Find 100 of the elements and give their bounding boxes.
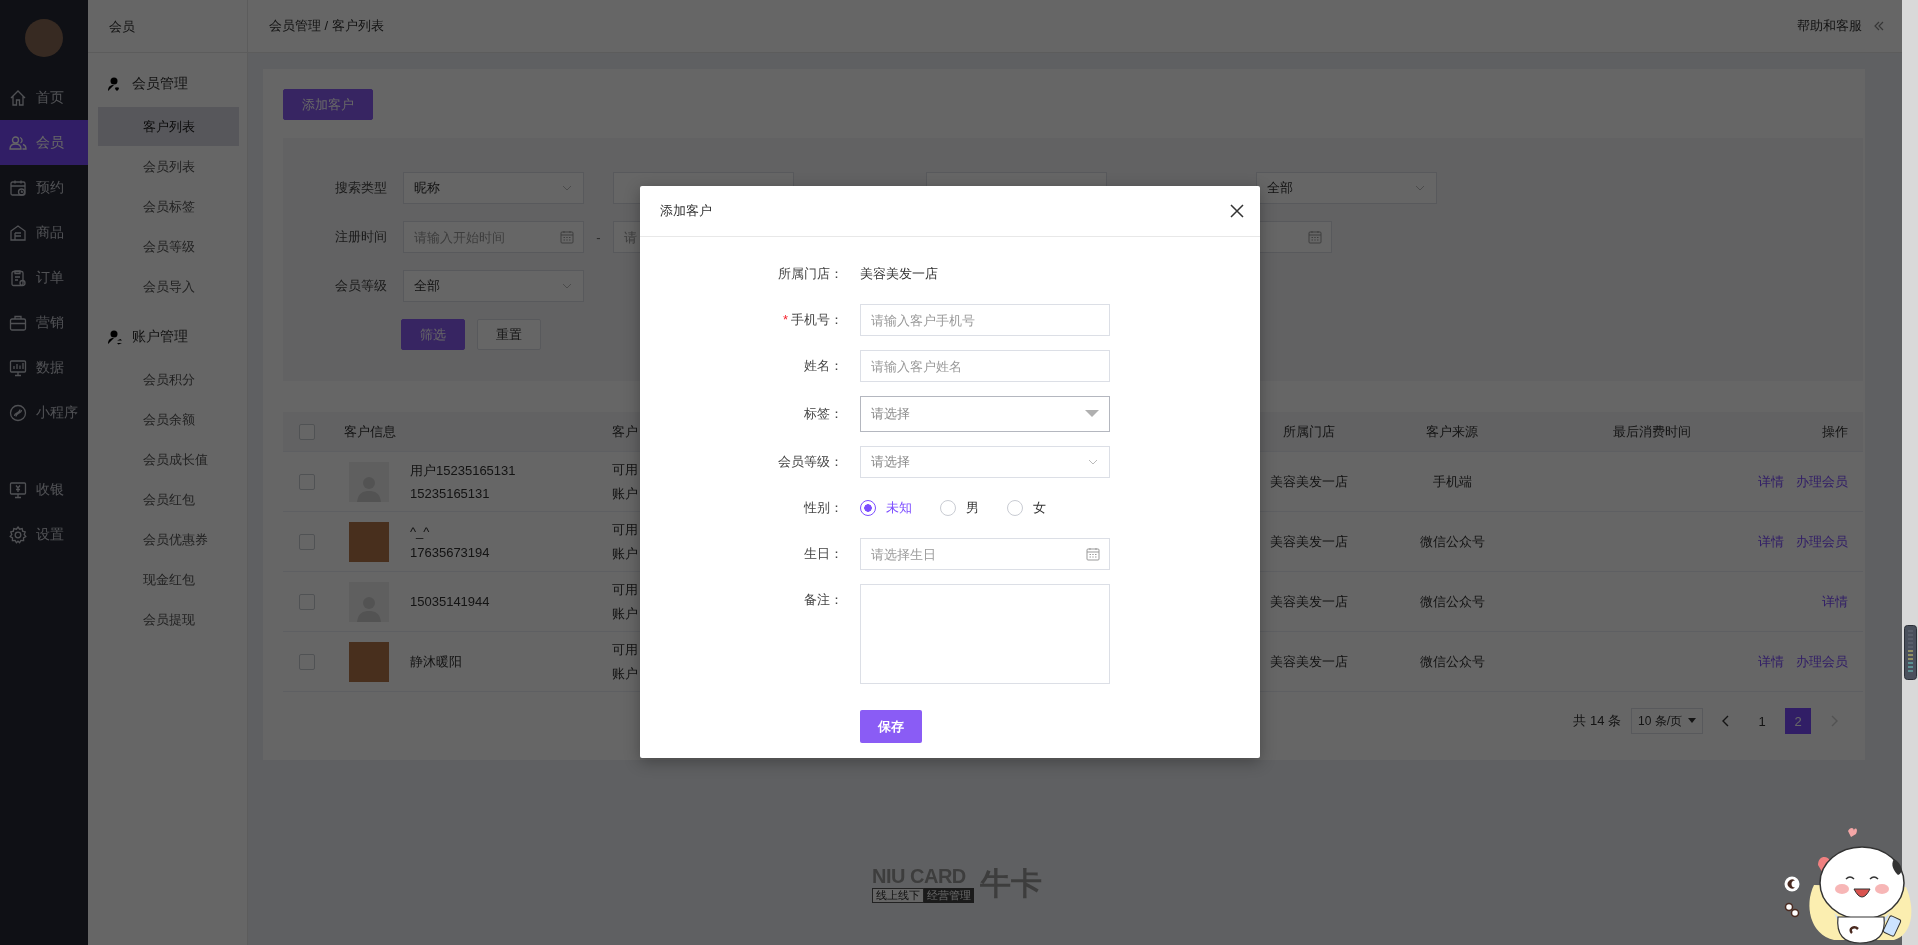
form-label: 所属门店：: [778, 265, 843, 283]
logo-tagline: 线上线下: [872, 887, 924, 903]
photo-placeholder: [349, 641, 389, 682]
filter-select[interactable]: 全部: [403, 270, 584, 302]
radio-option[interactable]: 未知: [860, 499, 912, 517]
breadcrumb: 会员管理 / 客户列表: [269, 17, 384, 35]
photo-placeholder: [349, 521, 389, 562]
column-header: 客户: [611, 422, 639, 441]
dots-icon[interactable]: [1784, 902, 1800, 918]
tag-select[interactable]: 请选择: [860, 396, 1110, 432]
form-label: * 手机号：: [782, 311, 843, 329]
action-link[interactable]: 详情: [1758, 532, 1784, 551]
filter-label: 搜索类型: [335, 179, 388, 197]
sidebar-item[interactable]: 会员等级: [98, 227, 239, 266]
avatar-photo[interactable]: [25, 19, 63, 57]
calendar-icon: [560, 230, 574, 244]
chart-icon: [8, 357, 28, 378]
column-header: 客户来源: [1425, 422, 1479, 441]
sidebar-item[interactable]: 会员成长值: [98, 440, 239, 479]
customer-info: 15235165131: [410, 486, 490, 501]
close-icon[interactable]: [1230, 204, 1244, 218]
table-cell: 可用: [612, 580, 638, 599]
column-header: 所属门店: [1282, 422, 1336, 441]
sidebar-title: 会员: [88, 0, 247, 53]
date-field[interactable]: 请选择生日: [860, 538, 1110, 570]
filter-label: 会员等级: [335, 277, 388, 295]
swirl-icon: [8, 402, 28, 423]
radio-option[interactable]: 男: [940, 499, 979, 517]
table-cell: 账户: [612, 484, 638, 503]
table-cell: 可用: [612, 520, 638, 539]
sidebar-item[interactable]: 会员余额: [98, 400, 239, 439]
input-field[interactable]: 请输入客户手机号: [860, 304, 1110, 336]
sidebar-item[interactable]: 现金红包: [98, 560, 239, 599]
table-cell: 账户: [612, 604, 638, 623]
filter-select[interactable]: 全部: [1256, 172, 1437, 204]
form-label: 性别：: [804, 499, 843, 517]
filter-label: 注册时间: [335, 228, 388, 246]
store-value: 美容美发一店: [860, 265, 939, 283]
sidebar-item[interactable]: 会员红包: [98, 480, 239, 519]
form-label: 备注：: [804, 591, 843, 609]
caret-icon: [1085, 410, 1099, 418]
save-button[interactable]: 保存: [860, 710, 922, 743]
sidebar-item[interactable]: 会员提现: [98, 600, 239, 639]
action-link[interactable]: 详情: [1758, 472, 1784, 491]
calendar-icon: [1086, 547, 1100, 561]
sidebar-item[interactable]: 会员优惠券: [98, 520, 239, 559]
user-icon: [106, 328, 124, 346]
action-link[interactable]: 办理会员: [1796, 532, 1848, 551]
form-label: 会员等级：: [778, 453, 843, 471]
crescent-icon[interactable]: [1784, 876, 1800, 892]
group-title: 账户管理: [132, 328, 188, 346]
table-cell: 账户: [612, 664, 638, 683]
sidebar-item[interactable]: 会员标签: [98, 187, 239, 226]
sidebar-item[interactable]: 客户列表: [98, 107, 239, 146]
nav-item[interactable]: 会员: [0, 120, 88, 165]
caret-icon: [1688, 718, 1696, 724]
sidebar-item[interactable]: 会员列表: [98, 147, 239, 186]
page-size-select[interactable]: 10 条/页: [1631, 708, 1703, 734]
notes-field[interactable]: [860, 584, 1110, 684]
reset-button[interactable]: 重置: [477, 319, 541, 350]
sidebar-item[interactable]: 会员导入: [98, 267, 239, 306]
calendar-icon: [1308, 230, 1322, 244]
column-header: 最后消费时间: [1612, 422, 1692, 441]
table-cell-text: 微信公众号: [1418, 652, 1486, 671]
action-link[interactable]: 详情: [1822, 592, 1848, 611]
customer-info: 用户15235165131: [410, 462, 516, 480]
form-label: 生日：: [804, 545, 843, 563]
action-link[interactable]: 办理会员: [1796, 652, 1848, 671]
customer-info: ^_^: [410, 523, 430, 539]
nav-item[interactable]: 预约: [0, 165, 88, 210]
customer-info: 17635673194: [410, 544, 490, 560]
settings-icon: [8, 524, 28, 545]
range-separator: -: [596, 229, 601, 245]
table-cell: 账户: [612, 544, 638, 563]
monitor-icon: [8, 479, 28, 500]
column-header: 操作: [1821, 422, 1849, 441]
table-cell-text: 手机端: [1431, 472, 1473, 491]
level-select[interactable]: 请选择: [860, 446, 1110, 478]
double-chevron-icon[interactable]: [1872, 19, 1886, 33]
column-header: 客户信息: [343, 422, 397, 441]
sidebar-item[interactable]: 会员积分: [98, 360, 239, 399]
table-cell-text: 微信公众号: [1418, 592, 1486, 611]
nav-item[interactable]: 收银: [0, 467, 88, 512]
table-cell: 可用: [612, 460, 638, 479]
filter-select[interactable]: 昵称: [403, 172, 584, 204]
action-link[interactable]: 办理会员: [1796, 472, 1848, 491]
help-link[interactable]: 帮助和客服: [1797, 17, 1862, 35]
form-label: 标签：: [804, 405, 843, 423]
table-cell: 可用: [612, 640, 638, 659]
table-cell-text: 微信公众号: [1418, 532, 1486, 551]
page-button[interactable]: 1: [1749, 708, 1775, 734]
form-label: 姓名：: [804, 357, 843, 375]
action-link[interactable]: 详情: [1758, 652, 1784, 671]
clipboard-icon: [8, 267, 28, 288]
scrollbar[interactable]: [1902, 0, 1918, 945]
page-button[interactable]: 2: [1785, 708, 1811, 734]
input-field[interactable]: 请输入客户姓名: [860, 350, 1110, 382]
customer-info: 15035141944: [410, 594, 490, 609]
dialog-title: 添加客户: [660, 202, 712, 220]
radio-option[interactable]: 女: [1007, 499, 1046, 517]
